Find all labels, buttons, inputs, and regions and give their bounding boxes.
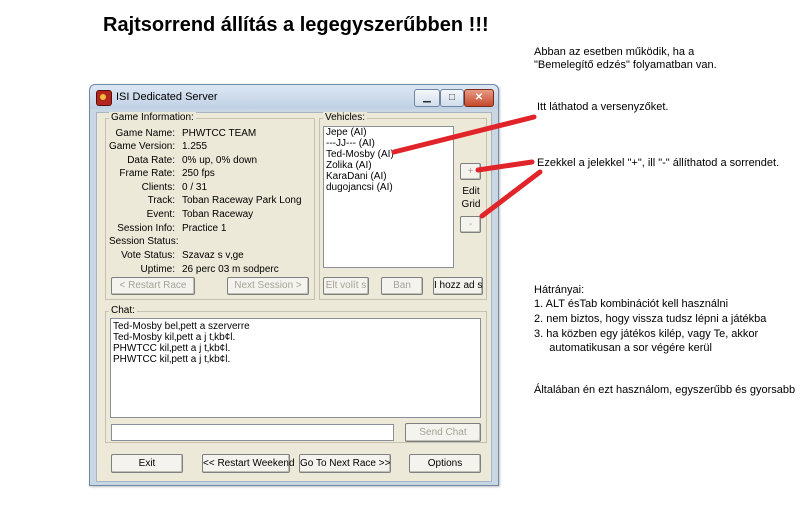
uptime-value: 26 perc 03 m sodperc — [182, 264, 279, 275]
chat-label: Chat: — [109, 305, 137, 316]
clients-label: Clients: — [141, 182, 175, 193]
chat-line: Ted-Mosby bel‚pett a szerverre — [113, 321, 250, 332]
isi-app-icon — [96, 90, 112, 106]
next-race-button[interactable]: Go To Next Race >> — [299, 454, 391, 473]
add-ai-button[interactable]: I hozz ad s — [433, 277, 483, 295]
list-item[interactable]: ---JJ--- (AI) — [324, 138, 453, 149]
list-item[interactable]: Zolika (AI) — [324, 160, 453, 171]
edit-grid-label-line1: Edit — [462, 186, 480, 197]
title-bar[interactable]: ISI Dedicated Server ▁ □ ✕ — [90, 85, 498, 109]
vote-status-value: Szavaz s v‚ge — [182, 250, 244, 261]
condition-note-line1: Abban az esetben működik, ha a — [534, 46, 695, 58]
exit-button[interactable]: Exit — [111, 454, 183, 473]
session-status-label: Session Status: — [109, 236, 179, 247]
frame-rate-value: 250 fps — [182, 168, 215, 179]
chat-log[interactable]: Ted-Mosby bel‚pett a szerverre Ted-Mosby… — [110, 318, 481, 418]
restart-weekend-button[interactable]: << Restart Weekend — [202, 454, 295, 473]
kick-button[interactable]: Elt volít s — [323, 277, 369, 295]
chat-line: PHWTCC kil‚pett a j t‚kb¢l. — [113, 354, 231, 365]
drawback-item: 2. nem biztos, hogy vissza tudsz lépni a… — [534, 313, 767, 325]
data-rate-value: 0% up, 0% down — [182, 155, 258, 166]
frame-rate-label: Frame Rate: — [119, 168, 175, 179]
drawbacks-title: Hátrányai: — [534, 284, 585, 296]
vehicles-hint-note: Itt láthatod a versenyzőket. — [537, 101, 669, 113]
clients-value: 0 / 31 — [182, 182, 208, 193]
dialog-client-area: Game Information: Game Name: PHWTCC TEAM… — [96, 112, 492, 482]
summary-note: Általában én ezt használom, egyszerűbb é… — [534, 384, 796, 396]
game-name-value: PHWTCC TEAM — [182, 128, 257, 139]
minimize-icon[interactable]: ▁ — [414, 89, 440, 107]
data-rate-label: Data Rate: — [127, 155, 175, 166]
drawback-item: 3. ha közben egy játékos kilép, vagy Te,… — [534, 328, 759, 340]
options-button[interactable]: Options — [409, 454, 481, 473]
grid-plus-button[interactable]: + — [460, 163, 481, 180]
edit-grid-label-line2: Grid — [461, 199, 481, 210]
list-item[interactable]: Jepe (AI) — [324, 127, 453, 138]
game-info-label: Game Information: — [109, 112, 196, 123]
ban-button[interactable]: Ban — [381, 277, 423, 295]
window-title: ISI Dedicated Server — [116, 91, 218, 103]
isi-dedicated-server-window: ISI Dedicated Server ▁ □ ✕ Game Informat… — [89, 84, 499, 486]
next-session-button[interactable]: Next Session > — [227, 277, 309, 295]
session-info-value: Practice 1 — [182, 223, 227, 234]
close-icon[interactable]: ✕ — [464, 89, 494, 107]
send-chat-button[interactable]: Send Chat — [405, 423, 481, 442]
uptime-label: Uptime: — [140, 264, 175, 275]
chat-line: Ted-Mosby kil‚pett a j t‚kb¢l. — [113, 332, 236, 343]
event-label: Event: — [146, 209, 175, 220]
chat-line: PHWTCC kil‚pett a j t‚kb¢l. — [113, 343, 231, 354]
drawback-item: 1. ALT ésTab kombinációt kell használni — [534, 298, 729, 310]
game-version-value: 1.255 — [182, 141, 208, 152]
chat-input[interactable] — [111, 424, 394, 441]
track-label: Track: — [147, 195, 175, 206]
page-headline: Rajtsorrend állítás a legegyszerűbben !!… — [103, 14, 489, 36]
drawback-item: automatikusan a sor végére kerül — [534, 342, 712, 354]
restart-race-button[interactable]: < Restart Race — [111, 277, 195, 295]
game-version-label: Game Version: — [109, 141, 176, 152]
track-value: Toban Raceway Park Long — [182, 195, 302, 206]
game-name-label: Game Name: — [115, 128, 175, 139]
list-item[interactable]: dugojancsi (AI) — [324, 182, 453, 193]
list-item[interactable]: KaraDani (AI) — [324, 171, 453, 182]
vote-status-label: Vote Status: — [121, 250, 175, 261]
grid-minus-button[interactable]: - — [460, 216, 481, 233]
vehicles-label: Vehicles: — [323, 112, 368, 123]
vehicles-list[interactable]: Jepe (AI) ---JJ--- (AI) Ted-Mosby (AI) Z… — [323, 126, 454, 268]
event-value: Toban Raceway — [182, 209, 254, 220]
list-item[interactable]: Ted-Mosby (AI) — [324, 149, 453, 160]
maximize-icon[interactable]: □ — [440, 89, 464, 107]
buttons-hint-note: Ezekkel a jelekkel "+", ill "-" állíthat… — [537, 157, 780, 169]
session-info-label: Session Info: — [117, 223, 175, 234]
condition-note-line2: "Bemelegítő edzés" folyamatban van. — [534, 59, 717, 71]
